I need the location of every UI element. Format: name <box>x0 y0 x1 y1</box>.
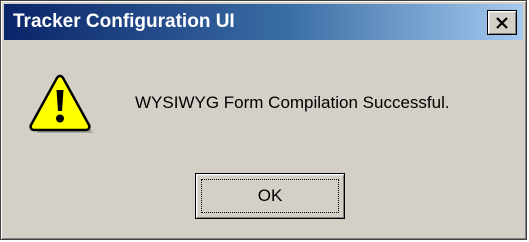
ok-button[interactable]: OK <box>195 173 345 219</box>
message-dialog: Tracker Configuration UI WYSIWYG Form Co… <box>0 0 527 240</box>
close-button[interactable] <box>487 10 517 35</box>
warning-icon <box>27 73 97 137</box>
title-bar[interactable]: Tracker Configuration UI <box>4 4 523 40</box>
window-title: Tracker Configuration UI <box>13 11 235 32</box>
close-icon <box>495 16 509 29</box>
dialog-message: WYSIWYG Form Compilation Successful. <box>135 93 450 112</box>
